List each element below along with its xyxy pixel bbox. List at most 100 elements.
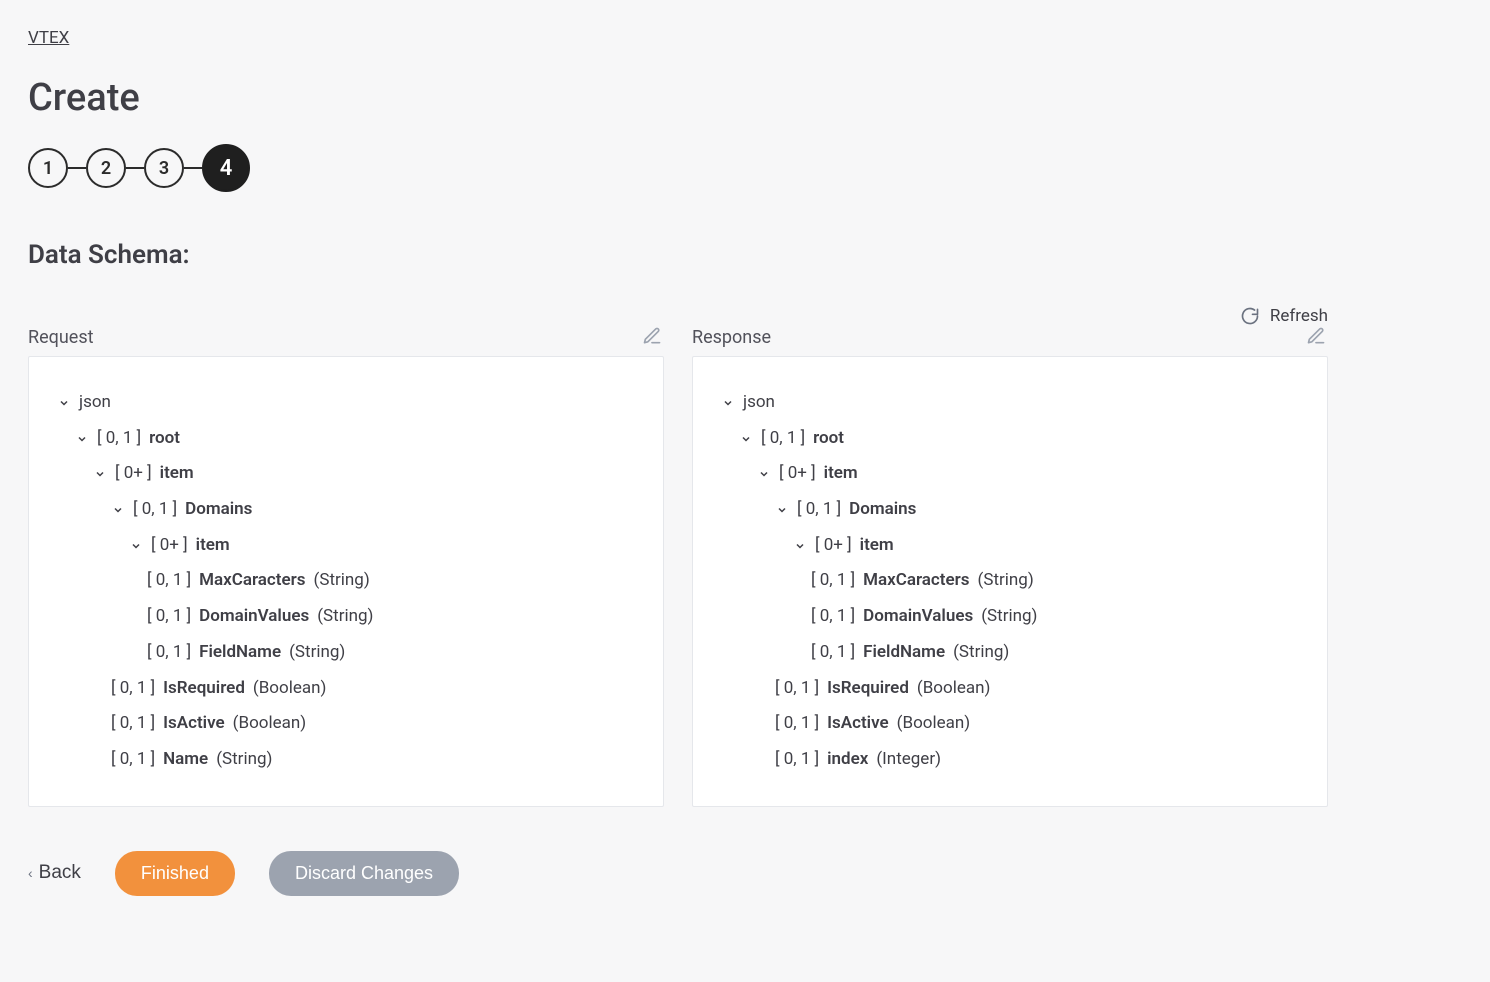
tree-node-root[interactable]: [ 0, 1 ] root — [57, 421, 635, 457]
chevron-left-icon: ‹ — [28, 865, 33, 881]
tree-label: Domains — [185, 492, 252, 528]
tree-cardinality: [ 0+ ] — [115, 456, 152, 492]
tree-node-root[interactable]: [ 0, 1 ] root — [721, 421, 1299, 457]
chevron-down-icon[interactable] — [93, 467, 107, 481]
tree-label: FieldName — [863, 635, 945, 671]
tree-label: Name — [163, 742, 208, 778]
tree-node-json[interactable]: json — [57, 385, 635, 421]
tree-leaf-name[interactable]: [ 0, 1 ] Name (String) — [57, 742, 635, 778]
finished-button[interactable]: Finished — [115, 851, 235, 896]
tree-cardinality: [ 0, 1 ] — [147, 563, 191, 599]
tree-cardinality: [ 0, 1 ] — [97, 421, 141, 457]
tree-node-domains[interactable]: [ 0, 1 ] Domains — [57, 492, 635, 528]
tree-label: MaxCaracters — [199, 563, 305, 599]
tree-cardinality: [ 0, 1 ] — [111, 706, 155, 742]
tree-label: item — [824, 456, 858, 492]
tree-cardinality: [ 0+ ] — [151, 528, 188, 564]
tree-label: Domains — [849, 492, 916, 528]
tree-label: root — [813, 421, 844, 457]
step-1[interactable]: 1 — [28, 148, 68, 188]
chevron-down-icon[interactable] — [111, 503, 125, 517]
tree-cardinality: [ 0, 1 ] — [111, 742, 155, 778]
tree-cardinality: [ 0, 1 ] — [761, 421, 805, 457]
section-title: Data Schema: — [28, 240, 1462, 270]
tree-type: (Boolean) — [897, 706, 971, 742]
response-label: Response — [692, 327, 771, 348]
request-schema-card: json [ 0, 1 ] root [ 0+ ] item [ 0, 1 ] … — [28, 356, 664, 807]
tree-leaf-isrequired[interactable]: [ 0, 1 ] IsRequired (Boolean) — [57, 671, 635, 707]
tree-label: json — [79, 385, 111, 421]
tree-type: (Integer) — [876, 742, 941, 778]
tree-label: IsActive — [827, 706, 889, 742]
tree-leaf-maxcaracters[interactable]: [ 0, 1 ] MaxCaracters (String) — [57, 563, 635, 599]
tree-label: json — [743, 385, 775, 421]
tree-leaf-index[interactable]: [ 0, 1 ] index (Integer) — [721, 742, 1299, 778]
tree-leaf-isactive[interactable]: [ 0, 1 ] IsActive (Boolean) — [57, 706, 635, 742]
response-schema-card: json [ 0, 1 ] root [ 0+ ] item [ 0, 1 ] … — [692, 356, 1328, 807]
tree-label: DomainValues — [199, 599, 309, 635]
tree-label: IsActive — [163, 706, 225, 742]
tree-node-item[interactable]: [ 0+ ] item — [721, 456, 1299, 492]
edit-response-icon[interactable] — [1306, 326, 1328, 348]
step-connector — [68, 167, 86, 169]
tree-node-json[interactable]: json — [721, 385, 1299, 421]
tree-type: (String) — [314, 563, 370, 599]
tree-leaf-isrequired[interactable]: [ 0, 1 ] IsRequired (Boolean) — [721, 671, 1299, 707]
tree-label: IsRequired — [827, 671, 909, 707]
edit-request-icon[interactable] — [642, 326, 664, 348]
tree-leaf-isactive[interactable]: [ 0, 1 ] IsActive (Boolean) — [721, 706, 1299, 742]
chevron-down-icon[interactable] — [75, 432, 89, 446]
tree-cardinality: [ 0, 1 ] — [811, 563, 855, 599]
tree-type: (String) — [289, 635, 345, 671]
chevron-down-icon[interactable] — [129, 539, 143, 553]
request-label: Request — [28, 327, 94, 348]
tree-leaf-fieldname[interactable]: [ 0, 1 ] FieldName (String) — [57, 635, 635, 671]
tree-cardinality: [ 0, 1 ] — [811, 599, 855, 635]
tree-leaf-domainvalues[interactable]: [ 0, 1 ] DomainValues (String) — [721, 599, 1299, 635]
tree-cardinality: [ 0, 1 ] — [811, 635, 855, 671]
tree-leaf-domainvalues[interactable]: [ 0, 1 ] DomainValues (String) — [57, 599, 635, 635]
chevron-down-icon[interactable] — [721, 396, 735, 410]
back-label: Back — [39, 862, 81, 884]
tree-cardinality: [ 0, 1 ] — [147, 635, 191, 671]
tree-node-item-inner[interactable]: [ 0+ ] item — [57, 528, 635, 564]
tree-cardinality: [ 0, 1 ] — [133, 492, 177, 528]
tree-type: (Boolean) — [233, 706, 307, 742]
tree-cardinality: [ 0+ ] — [779, 456, 816, 492]
chevron-down-icon[interactable] — [757, 467, 771, 481]
tree-label: item — [860, 528, 894, 564]
chevron-down-icon[interactable] — [793, 539, 807, 553]
tree-type: (Boolean) — [253, 671, 327, 707]
step-connector — [126, 167, 144, 169]
tree-type: (String) — [317, 599, 373, 635]
chevron-down-icon[interactable] — [739, 432, 753, 446]
tree-label: FieldName — [199, 635, 281, 671]
page-title: Create — [28, 76, 1462, 120]
tree-type: (String) — [216, 742, 272, 778]
tree-node-domains[interactable]: [ 0, 1 ] Domains — [721, 492, 1299, 528]
tree-type: (String) — [953, 635, 1009, 671]
tree-node-item-inner[interactable]: [ 0+ ] item — [721, 528, 1299, 564]
tree-cardinality: [ 0, 1 ] — [797, 492, 841, 528]
discard-button[interactable]: Discard Changes — [269, 851, 459, 896]
tree-cardinality: [ 0, 1 ] — [775, 671, 819, 707]
step-4[interactable]: 4 — [202, 144, 250, 192]
step-2[interactable]: 2 — [86, 148, 126, 188]
tree-label: DomainValues — [863, 599, 973, 635]
tree-label: item — [196, 528, 230, 564]
tree-leaf-fieldname[interactable]: [ 0, 1 ] FieldName (String) — [721, 635, 1299, 671]
tree-label: IsRequired — [163, 671, 245, 707]
step-connector — [184, 167, 202, 169]
tree-label: MaxCaracters — [863, 563, 969, 599]
tree-type: (String) — [981, 599, 1037, 635]
back-button[interactable]: ‹ Back — [28, 862, 81, 884]
chevron-down-icon[interactable] — [775, 503, 789, 517]
tree-leaf-maxcaracters[interactable]: [ 0, 1 ] MaxCaracters (String) — [721, 563, 1299, 599]
breadcrumb[interactable]: VTEX — [28, 28, 1462, 48]
tree-node-item[interactable]: [ 0+ ] item — [57, 456, 635, 492]
step-3[interactable]: 3 — [144, 148, 184, 188]
tree-label: index — [827, 742, 868, 778]
tree-cardinality: [ 0, 1 ] — [111, 671, 155, 707]
chevron-down-icon[interactable] — [57, 396, 71, 410]
tree-type: (Boolean) — [917, 671, 991, 707]
